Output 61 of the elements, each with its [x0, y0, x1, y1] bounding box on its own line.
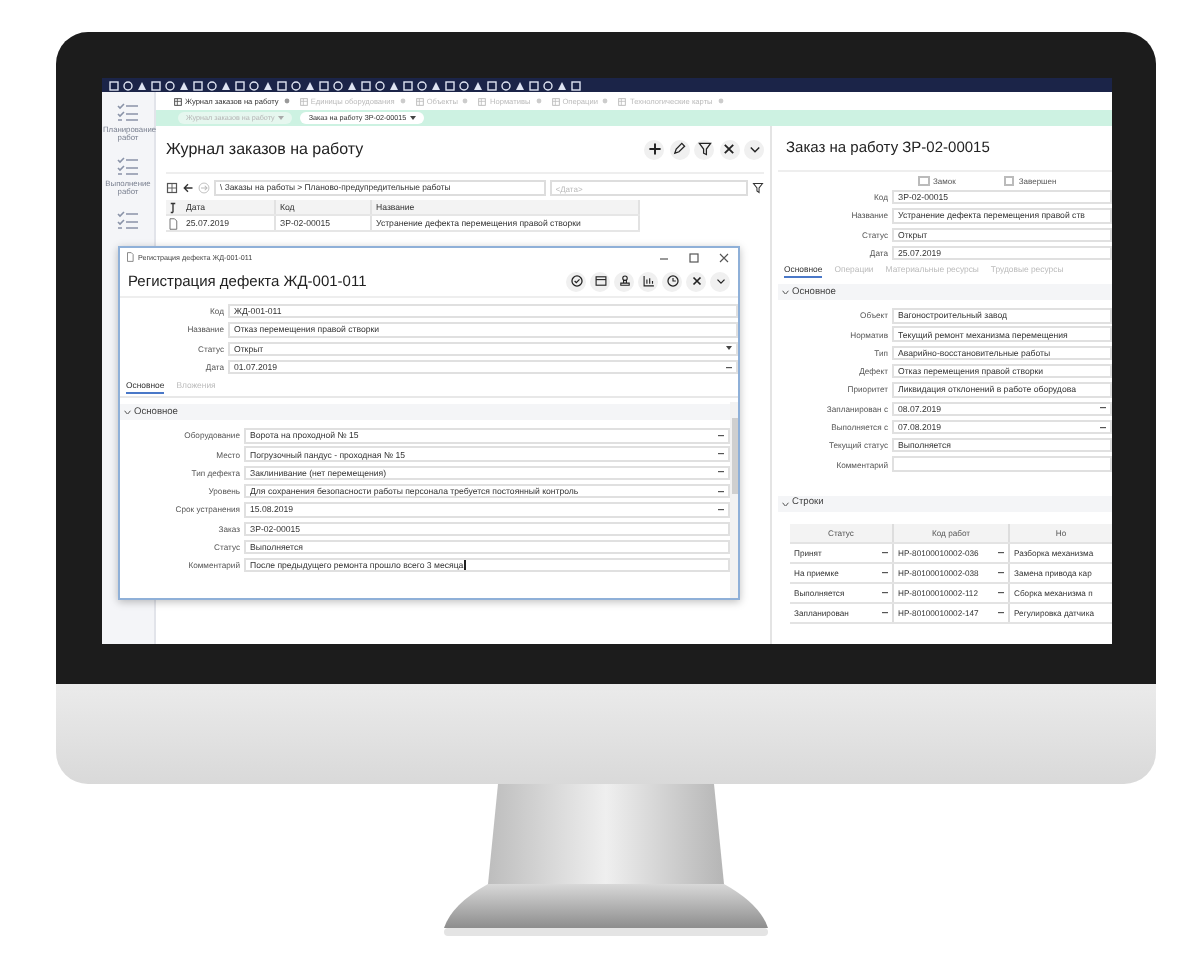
toolbar-icons-drawing[interactable]	[106, 79, 586, 91]
filter-icon	[697, 142, 711, 156]
table-icon	[174, 97, 182, 105]
minus-icon[interactable]	[718, 489, 724, 494]
back-icon[interactable]	[182, 182, 194, 194]
list-icon[interactable]	[116, 102, 140, 122]
minus-icon[interactable]	[726, 365, 732, 370]
input-field[interactable]	[892, 456, 1112, 472]
chevron-icon	[713, 274, 727, 288]
minus-icon[interactable]	[998, 591, 1004, 594]
chevron-icon	[747, 142, 761, 156]
stamp-icon	[617, 274, 631, 288]
minus-icon[interactable]	[718, 470, 724, 475]
minus-icon[interactable]	[882, 551, 888, 554]
more-button[interactable]	[744, 139, 764, 159]
stamp-button[interactable]	[614, 271, 634, 291]
minus-icon[interactable]	[998, 611, 1004, 614]
confirm-button[interactable]	[566, 271, 586, 291]
scrollbar[interactable]	[730, 402, 738, 598]
panel-title: Журнал заказов на работу	[166, 140, 366, 158]
list-icon[interactable]	[116, 155, 140, 176]
plus-icon	[647, 142, 661, 156]
window-button[interactable]	[590, 271, 610, 291]
grid-icon[interactable]	[166, 182, 178, 194]
filter-button[interactable]	[694, 139, 714, 159]
clock-icon	[665, 274, 679, 288]
filter-icon[interactable]	[752, 182, 764, 194]
minus-icon[interactable]	[718, 507, 724, 512]
add-button[interactable]	[644, 139, 664, 159]
minus-icon[interactable]	[882, 611, 888, 614]
chart-button[interactable]	[638, 271, 658, 291]
chevron-icon	[782, 501, 789, 507]
maximize-icon[interactable]	[686, 249, 702, 265]
chevron-icon	[124, 409, 131, 415]
edit-button[interactable]	[669, 139, 689, 159]
minus-icon[interactable]	[998, 551, 1004, 554]
close-button[interactable]	[719, 139, 739, 159]
table-icon	[551, 97, 560, 105]
minus-icon[interactable]	[882, 571, 888, 574]
minus-icon[interactable]	[1100, 406, 1106, 411]
dropdown-icon[interactable]	[726, 346, 732, 351]
minus-icon[interactable]	[1100, 425, 1106, 429]
chevron-icon	[782, 289, 789, 295]
table-icon	[299, 97, 308, 105]
clock-button[interactable]	[662, 271, 682, 291]
document-icon	[126, 252, 134, 262]
caret-icon[interactable]	[410, 116, 417, 120]
bar-chart-icon	[641, 274, 655, 288]
list-icon[interactable]	[116, 209, 140, 230]
table-icon	[478, 97, 487, 105]
minus-icon[interactable]	[718, 452, 724, 457]
minus-icon[interactable]	[882, 591, 888, 594]
sort-icon[interactable]	[168, 201, 178, 213]
table-icon	[415, 97, 424, 105]
window-icon	[593, 274, 607, 288]
table-icon	[618, 97, 627, 105]
close-button[interactable]	[686, 271, 706, 291]
pencil-icon	[672, 142, 686, 156]
check-circle-icon	[569, 274, 583, 288]
minus-icon[interactable]	[718, 433, 724, 438]
minus-icon[interactable]	[998, 571, 1004, 574]
